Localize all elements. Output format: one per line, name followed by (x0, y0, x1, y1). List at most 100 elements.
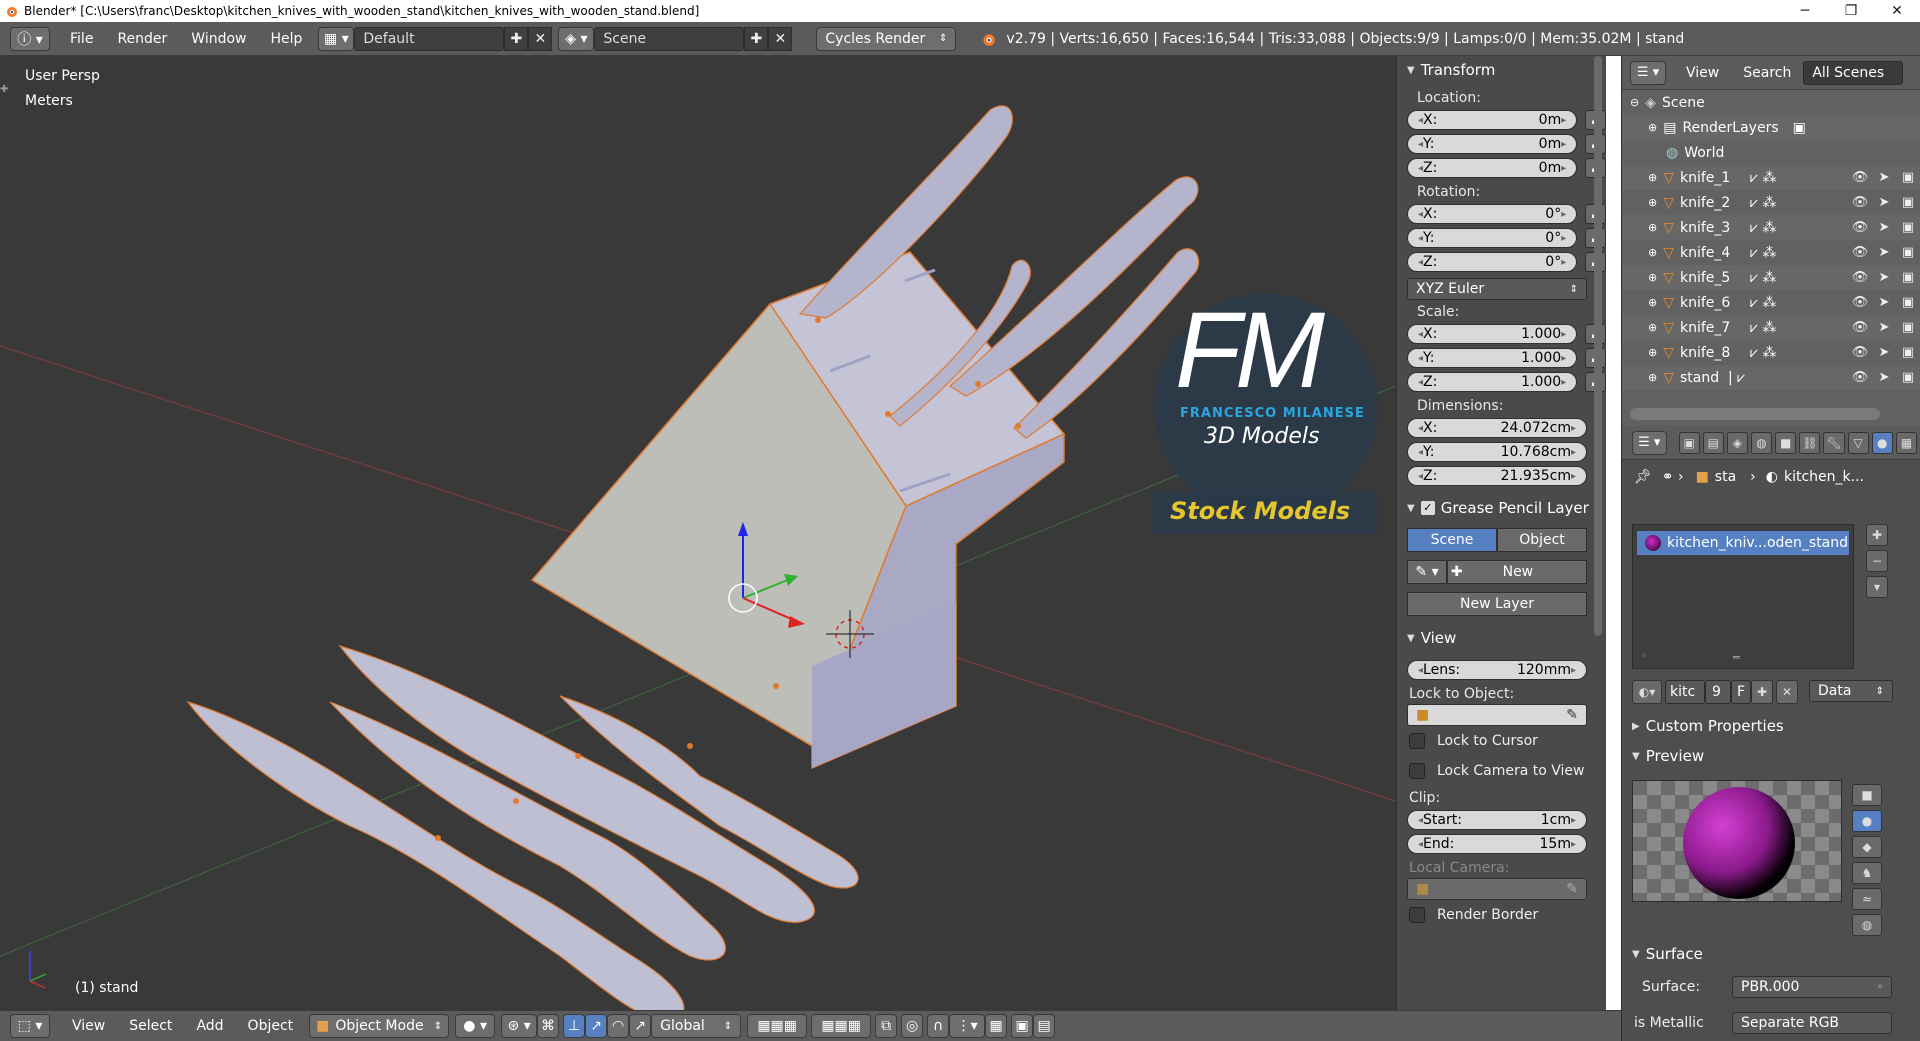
outliner-knife-2-row[interactable]: ⊕ ▽ knife_2 ⩗ ⁂ 👁︎ ➤ ▣ (1622, 190, 1920, 215)
npanel-scrollbar[interactable] (1594, 56, 1602, 636)
modifiers-tab-icon[interactable]: 🔧︎ (1823, 431, 1845, 454)
rotation-mode-dropdown[interactable]: XYZ Euler ⇕ (1407, 278, 1587, 300)
tab-object[interactable]: Object (1497, 528, 1587, 552)
preview-world-icon[interactable]: ◍ (1852, 914, 1882, 936)
material-tab-icon[interactable]: ● (1871, 431, 1893, 454)
outliner-knife-5-row[interactable]: ⊕ ▽ knife_5 ⩗ ⁂ 👁︎ ➤ ▣ (1622, 265, 1920, 290)
scale-z-field[interactable]: ◂ Z: 1.000 ▸ (1407, 372, 1578, 392)
outliner-knife-3-row[interactable]: ⊕ ▽ knife_3 ⩗ ⁂ 👁︎ ➤ ▣ (1622, 215, 1920, 240)
maximize-button[interactable]: ❐ (1828, 3, 1874, 19)
translate-manipulator-icon[interactable]: ⊥ (563, 1014, 586, 1038)
properties-editor-type[interactable]: ☰ ▾ (1632, 430, 1667, 455)
scale-manipulator-icon[interactable]: ↗ (629, 1014, 652, 1038)
preview-cube-icon[interactable]: ◆ (1852, 836, 1882, 858)
new-grease-pencil-button[interactable]: ✚ New (1447, 560, 1587, 584)
lens-field[interactable]: ◂ Lens: 120mm ▸ (1407, 660, 1587, 680)
layers-grid-1[interactable]: ▦▦▦ (747, 1014, 808, 1038)
render-layers-tab-icon[interactable]: ▤ (1702, 431, 1724, 454)
location-z-field[interactable]: ◂ Z: 0m ▸ (1407, 158, 1578, 178)
menu-file[interactable]: File (58, 31, 105, 47)
rotation-z-field[interactable]: ◂ Z: 0° ▸ (1407, 252, 1578, 272)
layers-grid-2[interactable]: ▦▦▦ (811, 1014, 872, 1038)
render-border-checkbox[interactable]: Render Border (1397, 900, 1606, 930)
preview-header[interactable]: ▼ Preview (1622, 744, 1920, 768)
menu-window[interactable]: Window (179, 31, 258, 47)
preview-monkey-icon[interactable]: ♞ (1852, 862, 1882, 884)
scale-y-field[interactable]: ◂ Y: 1.000 ▸ (1407, 348, 1578, 368)
menu-object[interactable]: Object (236, 1018, 306, 1034)
rotate-ring-icon[interactable]: ◠ (607, 1014, 630, 1038)
outliner-knife-1-row[interactable]: ⊕ ▽ knife_1 ⩗ ⁂ 👁︎ ➤ ▣ (1622, 165, 1920, 190)
dimensions-x-field[interactable]: ◂ X: 24.072cm ▸ (1407, 418, 1587, 438)
snap-element-dropdown[interactable]: ⋮▾ (949, 1014, 986, 1038)
rotation-y-field[interactable]: ◂ Y: 0° ▸ (1407, 228, 1578, 248)
scene-field[interactable]: Scene (594, 26, 745, 51)
is-metallic-input[interactable]: Separate RGB (1732, 1012, 1892, 1034)
lock-to-cursor-checkbox[interactable]: Lock to Cursor (1397, 726, 1606, 756)
menu-render[interactable]: Render (105, 31, 179, 47)
viewport-editor-type[interactable]: ⬚ ▾ (10, 1014, 50, 1038)
outliner-stand-row[interactable]: ⊕ ▽ stand | ⩗ 👁︎ ➤ ▣ (1622, 365, 1920, 390)
location-y-field[interactable]: ◂ Y: 0m ▸ (1407, 134, 1578, 154)
outliner-knife-7-row[interactable]: ⊕ ▽ knife_7 ⩗ ⁂ 👁︎ ➤ ▣ (1622, 315, 1920, 340)
manipulator-toggle-icon[interactable]: ⌘ (537, 1014, 560, 1038)
screen-layout-selector[interactable]: ▦ ▾ (318, 26, 355, 51)
outliner-knife-8-row[interactable]: ⊕ ▽ knife_8 ⩗ ⁂ 👁︎ ➤ ▣ (1622, 340, 1920, 365)
outliner-display-mode[interactable]: All Scenes (1803, 60, 1904, 85)
toolshelf-toggle-icon[interactable]: ✚ (0, 84, 8, 95)
grease-pencil-header[interactable]: ▼ ✓ Grease Pencil Layer (1397, 496, 1606, 520)
lock-to-object-field[interactable]: ■ ✎ (1407, 704, 1587, 726)
material-users-count[interactable]: 9 (1705, 680, 1731, 704)
viewport-shading-dropdown[interactable]: ● ▾ (455, 1014, 496, 1038)
snap-target-icon[interactable]: ▦ (985, 1014, 1008, 1038)
dimensions-y-field[interactable]: ◂ Y: 10.768cm ▸ (1407, 442, 1587, 462)
tab-scene[interactable]: Scene (1407, 528, 1497, 552)
opengl-render-icon[interactable]: ▤ (1033, 1014, 1056, 1038)
outliner-knife-6-row[interactable]: ⊕ ▽ knife_6 ⩗ ⁂ 👁︎ ➤ ▣ (1622, 290, 1920, 315)
add-scene-icon[interactable]: ✚ (744, 26, 769, 51)
world-tab-icon[interactable]: ◍ (1750, 431, 1773, 454)
close-button[interactable]: ✕ (1874, 3, 1920, 19)
location-x-field[interactable]: ◂ X: 0m ▸ (1407, 110, 1578, 130)
local-camera-field[interactable]: ■ ✎ (1407, 878, 1587, 900)
fake-user-toggle[interactable]: F (1731, 680, 1751, 704)
mode-dropdown[interactable]: ■ Object Mode ⇕ (309, 1014, 450, 1038)
remove-slot-icon[interactable]: − (1866, 550, 1888, 572)
add-layout-icon[interactable]: ✚ (504, 26, 529, 51)
pivot-point-dropdown[interactable]: ⊛ ▾ (501, 1014, 538, 1038)
slot-specials-icon[interactable]: ▾ (1866, 576, 1888, 598)
snap-icon[interactable]: ∩ (927, 1014, 950, 1038)
editor-type-button[interactable]: ⓘ ▾ (10, 26, 50, 51)
custom-properties-header[interactable]: ▶ Custom Properties (1622, 714, 1920, 738)
add-slot-icon[interactable]: ✚ (1866, 524, 1888, 546)
texture-tab-icon[interactable]: ▦ (1895, 431, 1917, 454)
view-header[interactable]: ▼ View (1397, 626, 1606, 650)
outliner-renderlayers-row[interactable]: ⊕ ▤ RenderLayers ▣ (1622, 115, 1920, 140)
clip-end-field[interactable]: ◂ End: 15m ▸ (1407, 834, 1587, 854)
surface-header[interactable]: ▼ Surface (1622, 942, 1920, 966)
preview-sphere-icon[interactable]: ● (1852, 810, 1882, 832)
preview-plane-icon[interactable]: ■ (1852, 784, 1882, 806)
render-tab-icon[interactable]: ▣ (1678, 431, 1700, 454)
render-engine-dropdown[interactable]: Cycles Render ⇕ (816, 26, 957, 51)
menu-view[interactable]: View (60, 1018, 117, 1034)
rotate-manipulator-icon[interactable]: ↗ (585, 1014, 608, 1038)
new-material-icon[interactable]: ✚ (1751, 680, 1773, 704)
transform-header[interactable]: ▼ Transform (1397, 58, 1606, 82)
material-slot-item[interactable]: kitchen_kniv...oden_stand (1637, 531, 1849, 555)
rotation-x-field[interactable]: ◂ X: 0° ▸ (1407, 204, 1578, 224)
remove-layout-icon[interactable]: ✕ (528, 26, 553, 51)
outliner-scene-row[interactable]: ⊖ ◈ Scene (1622, 90, 1920, 115)
object-tab-icon[interactable]: ■ (1775, 431, 1797, 454)
outliner-menu-search[interactable]: Search (1731, 65, 1803, 81)
menu-select[interactable]: Select (117, 1018, 184, 1034)
scene-tab-icon[interactable]: ◈ (1726, 431, 1748, 454)
browse-material-icon[interactable]: ◐▾ (1632, 680, 1662, 704)
menu-help[interactable]: Help (258, 31, 314, 47)
outliner-world-row[interactable]: ◍ World (1622, 140, 1920, 165)
pencil-icon[interactable]: ✎ ▾ (1407, 560, 1447, 584)
3d-viewport[interactable]: User Persp Meters (1) stand ✚ FM FRANCES… (0, 56, 1396, 1010)
transform-orientation-dropdown[interactable]: Global ⇕ (651, 1014, 742, 1038)
surface-shader-dropdown[interactable]: PBR.000 ◦ (1732, 976, 1892, 998)
material-name-field[interactable]: kitc (1665, 680, 1705, 704)
